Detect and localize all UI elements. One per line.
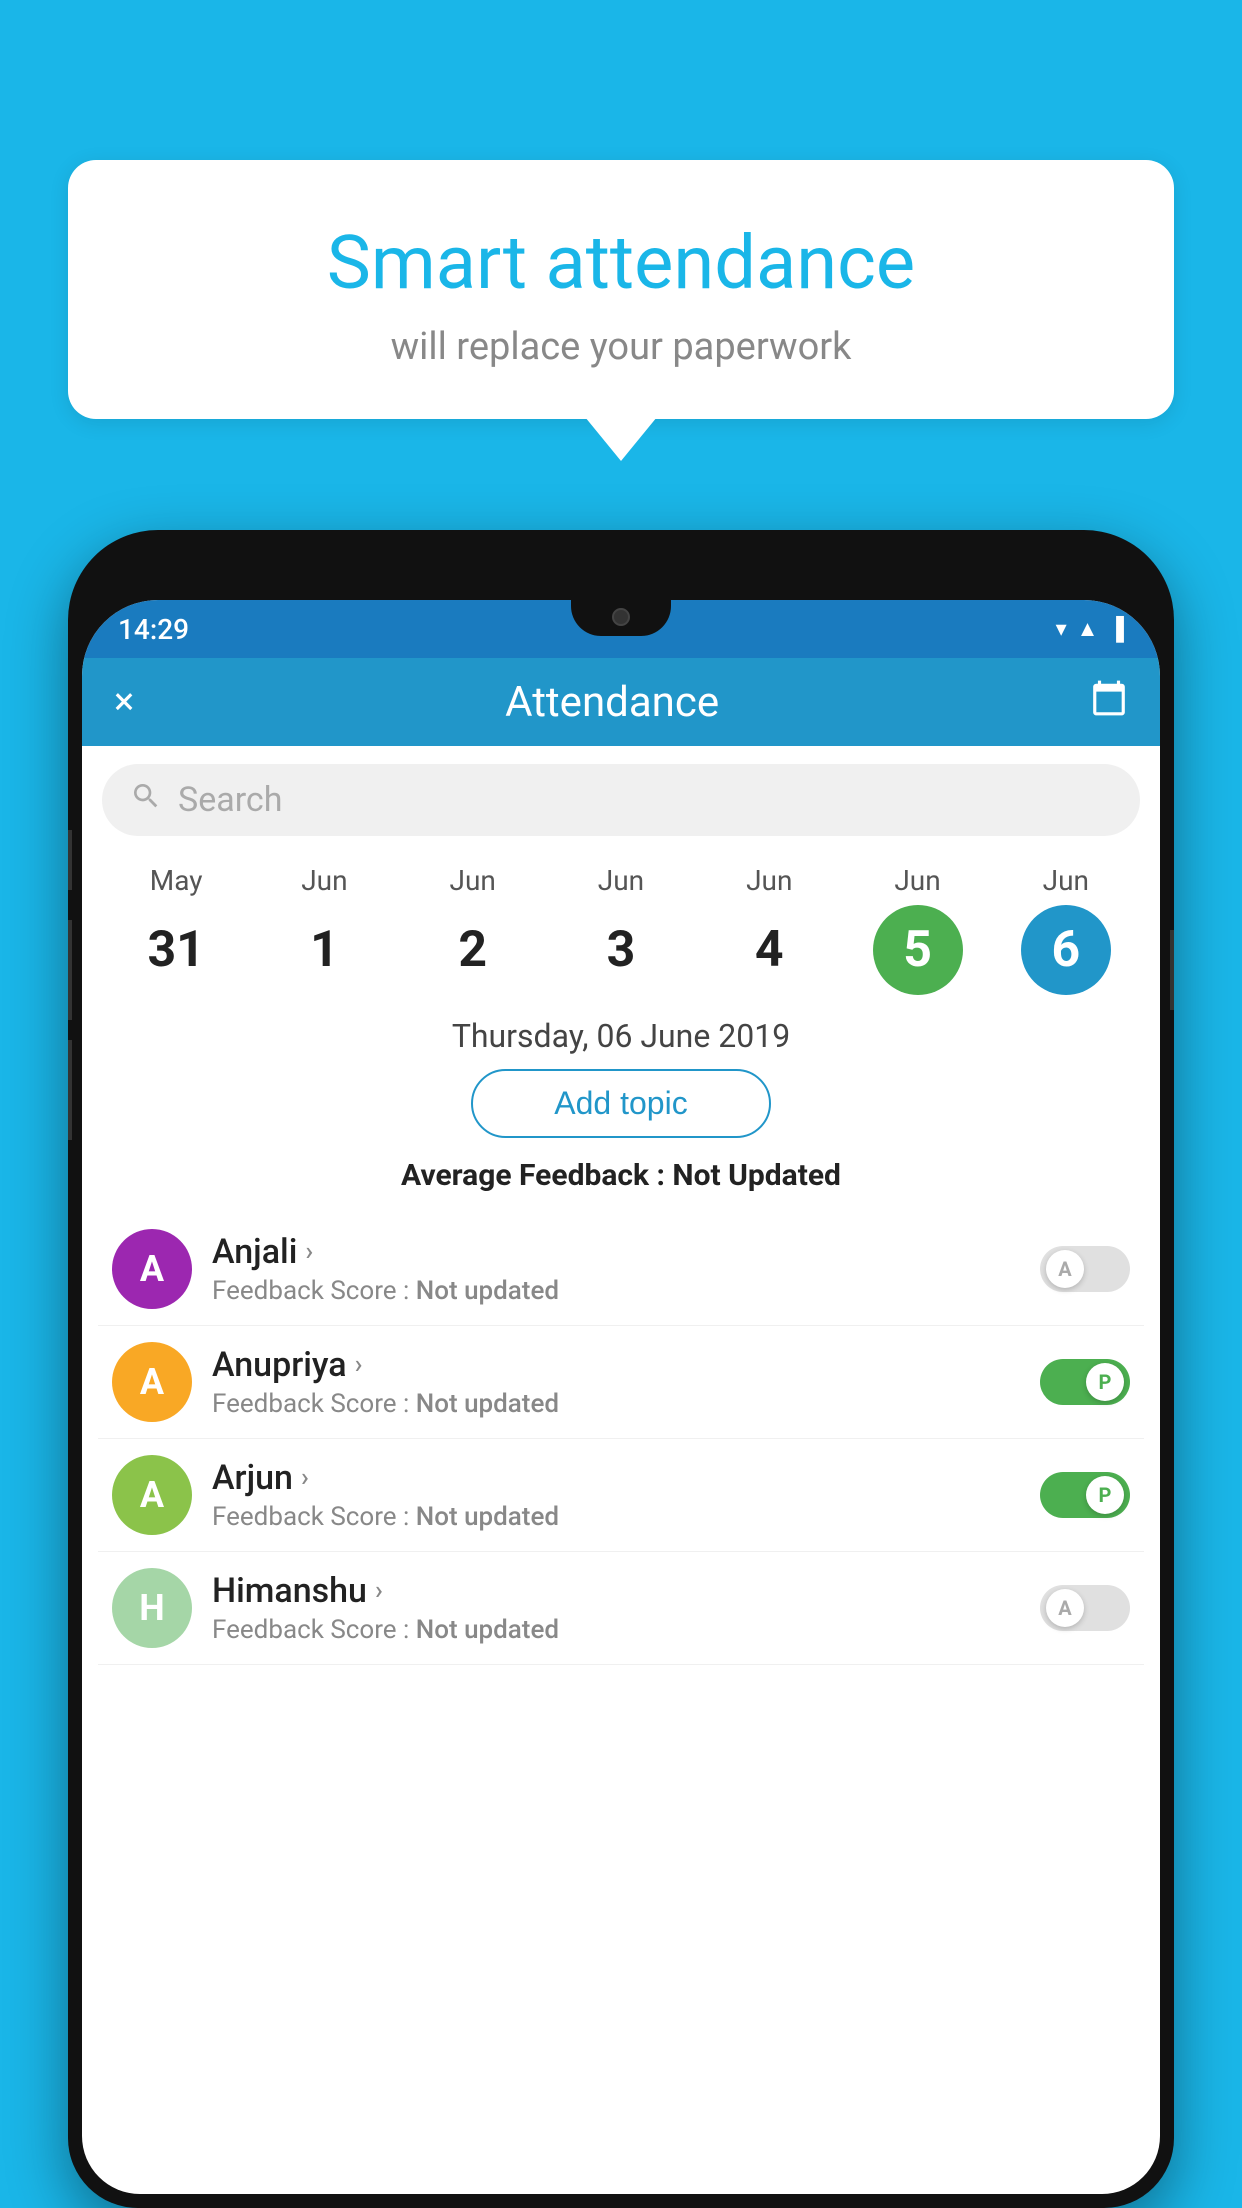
bubble-subtitle: will replace your paperwork: [118, 325, 1124, 369]
student-name: Anjali ›: [212, 1232, 1020, 1272]
feedback-value: Not updated: [416, 1615, 559, 1645]
toggle-control[interactable]: P: [1040, 1472, 1130, 1518]
student-info: Anjali › Feedback Score : Not updated: [212, 1232, 1020, 1306]
student-info: Himanshu › Feedback Score : Not updated: [212, 1571, 1020, 1645]
cal-month-label: Jun: [598, 864, 644, 897]
selected-date: Thursday, 06 June 2019: [82, 1017, 1160, 1055]
student-item-0[interactable]: A Anjali › Feedback Score : Not updated A: [98, 1213, 1144, 1326]
cal-month-label: Jun: [894, 864, 940, 897]
power-button: [1170, 930, 1174, 1010]
avg-feedback: Average Feedback : Not Updated: [82, 1158, 1160, 1193]
toggle-control[interactable]: A: [1040, 1246, 1130, 1292]
header-title: Attendance: [505, 678, 719, 727]
search-bar[interactable]: Search: [102, 764, 1140, 836]
search-icon: [130, 780, 162, 820]
chevron-icon: ›: [305, 1237, 313, 1267]
add-topic-button[interactable]: Add topic: [471, 1069, 771, 1138]
calendar-button[interactable]: [1090, 679, 1128, 726]
attendance-toggle[interactable]: P: [1040, 1472, 1130, 1518]
cal-date-number[interactable]: 31: [131, 905, 221, 995]
attendance-toggle[interactable]: A: [1040, 1246, 1130, 1292]
toggle-knob: P: [1086, 1476, 1124, 1514]
status-time: 14:29: [118, 613, 189, 646]
phone-frame: 14:29 ▾ ▲ ▐ × Attendance: [68, 530, 1174, 2208]
calendar-section: May 31 Jun 1 Jun 2 Jun 3 Jun 4 Jun 5 Jun 6: [82, 854, 1160, 995]
bubble-title: Smart attendance: [118, 220, 1124, 307]
app-header: × Attendance: [82, 658, 1160, 746]
student-name: Himanshu ›: [212, 1571, 1020, 1611]
student-feedback: Feedback Score : Not updated: [212, 1389, 1020, 1419]
student-name: Anupriya ›: [212, 1345, 1020, 1385]
student-avatar: H: [112, 1568, 192, 1648]
student-feedback: Feedback Score : Not updated: [212, 1502, 1020, 1532]
phone-notch: [571, 600, 671, 636]
student-info: Arjun › Feedback Score : Not updated: [212, 1458, 1020, 1532]
student-avatar: A: [112, 1342, 192, 1422]
calendar-day-1[interactable]: Jun 1: [264, 864, 384, 995]
speech-bubble: Smart attendance will replace your paper…: [68, 160, 1174, 419]
battery-icon: ▐: [1108, 616, 1124, 642]
chevron-icon: ›: [375, 1576, 383, 1606]
student-item-3[interactable]: H Himanshu › Feedback Score : Not updated A: [98, 1552, 1144, 1665]
attendance-toggle[interactable]: P: [1040, 1359, 1130, 1405]
cal-month-label: Jun: [301, 864, 347, 897]
front-camera: [612, 608, 630, 626]
student-item-1[interactable]: A Anupriya › Feedback Score : Not updated P: [98, 1326, 1144, 1439]
student-feedback: Feedback Score : Not updated: [212, 1276, 1020, 1306]
silent-button: [68, 1040, 72, 1140]
student-avatar: A: [112, 1455, 192, 1535]
chevron-icon: ›: [355, 1350, 363, 1380]
student-avatar: A: [112, 1229, 192, 1309]
calendar-day-2[interactable]: Jun 2: [413, 864, 533, 995]
calendar-day-6[interactable]: Jun 6: [1006, 864, 1126, 995]
phone-screen: 14:29 ▾ ▲ ▐ × Attendance: [82, 600, 1160, 2194]
cal-date-number[interactable]: 4: [724, 905, 814, 995]
feedback-value: Not updated: [416, 1276, 559, 1306]
toggle-control[interactable]: A: [1040, 1585, 1130, 1631]
background: Smart attendance will replace your paper…: [0, 0, 1242, 2208]
avg-feedback-value: Not Updated: [672, 1158, 841, 1193]
student-feedback: Feedback Score : Not updated: [212, 1615, 1020, 1645]
toggle-knob: A: [1046, 1250, 1084, 1288]
search-placeholder: Search: [178, 780, 282, 820]
student-item-2[interactable]: A Arjun › Feedback Score : Not updated P: [98, 1439, 1144, 1552]
cal-month-label: Jun: [746, 864, 792, 897]
cal-date-number[interactable]: 5: [873, 905, 963, 995]
feedback-value: Not updated: [416, 1502, 559, 1532]
chevron-icon: ›: [301, 1463, 309, 1493]
toggle-control[interactable]: P: [1040, 1359, 1130, 1405]
signal-icon: ▲: [1077, 616, 1099, 642]
cal-date-number[interactable]: 2: [428, 905, 518, 995]
attendance-toggle[interactable]: A: [1040, 1585, 1130, 1631]
calendar-day-4[interactable]: Jun 4: [709, 864, 829, 995]
cal-date-number[interactable]: 3: [576, 905, 666, 995]
student-info: Anupriya › Feedback Score : Not updated: [212, 1345, 1020, 1419]
cal-date-number[interactable]: 6: [1021, 905, 1111, 995]
student-name: Arjun ›: [212, 1458, 1020, 1498]
calendar-day-3[interactable]: Jun 3: [561, 864, 681, 995]
cal-month-label: Jun: [1043, 864, 1089, 897]
feedback-value: Not updated: [416, 1389, 559, 1419]
wifi-icon: ▾: [1056, 617, 1067, 642]
cal-date-number[interactable]: 1: [279, 905, 369, 995]
cal-month-label: May: [150, 864, 203, 897]
student-list: AAnjali ›Feedback Score : Not updatedAAA…: [82, 1213, 1160, 1665]
status-icons: ▾ ▲ ▐: [1056, 616, 1124, 642]
cal-month-label: Jun: [450, 864, 496, 897]
calendar-day-0[interactable]: May 31: [116, 864, 236, 995]
volume-down-button: [68, 920, 72, 1020]
close-button[interactable]: ×: [114, 680, 134, 724]
calendar-row: May 31 Jun 1 Jun 2 Jun 3 Jun 4 Jun 5 Jun 6: [102, 864, 1140, 995]
calendar-day-5[interactable]: Jun 5: [858, 864, 978, 995]
avg-feedback-label: Average Feedback :: [401, 1158, 665, 1193]
volume-up-button: [68, 830, 72, 890]
toggle-knob: A: [1046, 1589, 1084, 1627]
toggle-knob: P: [1086, 1363, 1124, 1401]
